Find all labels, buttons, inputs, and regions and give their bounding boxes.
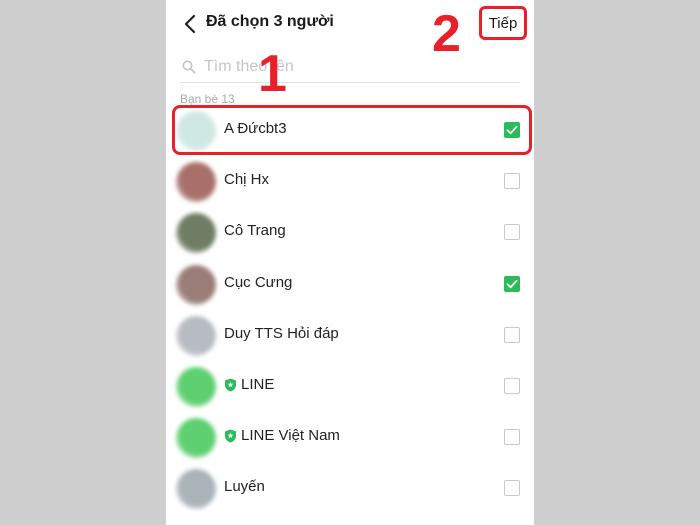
- avatar: [176, 162, 216, 203]
- avatar: [176, 213, 216, 254]
- checkbox[interactable]: [504, 224, 520, 241]
- avatar: [176, 469, 216, 510]
- contact-name: Cục Cưng: [224, 273, 293, 291]
- phone-screen: Đã chọn 3 người Tiếp Bạn bè 13 A Đứcbt3 C…: [166, 0, 534, 525]
- checkbox[interactable]: [504, 326, 520, 343]
- checkbox[interactable]: [504, 480, 520, 497]
- contact-row[interactable]: Cô Trang: [166, 207, 534, 258]
- checkbox[interactable]: [504, 429, 520, 446]
- avatar: [176, 264, 216, 305]
- header: Đã chọn 3 người Tiếp: [166, 0, 534, 48]
- contact-row[interactable]: LINE: [166, 361, 534, 412]
- checkmark-icon: [506, 279, 518, 288]
- contact-row[interactable]: Luyến: [166, 463, 534, 514]
- contact-name-wrapper: LINE: [224, 376, 274, 393]
- checkbox[interactable]: [504, 378, 520, 394]
- search-bar: [180, 52, 520, 83]
- contact-name-wrapper: Cục Cưng: [224, 274, 292, 291]
- checkbox[interactable]: [504, 173, 520, 190]
- contact-name: Chị Hx: [224, 171, 270, 189]
- checkbox-checked[interactable]: [504, 122, 520, 138]
- contact-name-wrapper: LINE Việt Nam: [224, 427, 340, 444]
- contact-row[interactable]: A Đứcbt3: [166, 105, 534, 156]
- contact-row[interactable]: LINE Việt Nam: [166, 412, 534, 463]
- avatar: [176, 367, 216, 407]
- checkmark-icon: [506, 125, 518, 135]
- avatar: [176, 111, 216, 151]
- avatar: [176, 315, 216, 356]
- contact-name-wrapper: A Đứcbt3: [224, 120, 287, 137]
- contact-name: LINE Việt Nam: [241, 427, 340, 445]
- contact-name: A Đứcbt3: [224, 120, 287, 137]
- contact-name: Luyến: [224, 478, 265, 496]
- page-title: Đã chọn 3 người: [206, 13, 334, 30]
- contact-row[interactable]: Cục Cưng: [166, 259, 534, 310]
- contact-name-wrapper: Chị Hx: [224, 171, 269, 188]
- next-button[interactable]: Tiếp: [479, 6, 527, 40]
- contact-name-wrapper: Cô Trang: [224, 222, 286, 239]
- contact-name-wrapper: Duy TTS Hỏi đáp: [224, 325, 339, 342]
- contact-name-wrapper: Luyến: [224, 478, 265, 495]
- contact-row[interactable]: Duy TTS Hỏi đáp: [166, 310, 534, 361]
- avatar: [176, 418, 216, 459]
- contact-name: Duy TTS Hỏi đáp: [224, 324, 339, 342]
- contact-name: Cô Trang: [224, 222, 286, 240]
- contact-row[interactable]: Chị Hx: [166, 156, 534, 207]
- official-shield-icon: [225, 429, 236, 443]
- section-header-friends: Bạn bè 13: [180, 92, 235, 106]
- annotation-step-1: 1: [258, 45, 287, 103]
- back-arrow-icon[interactable]: [180, 12, 202, 36]
- checkbox-checked[interactable]: [504, 275, 520, 292]
- contact-name: LINE: [241, 376, 275, 393]
- search-icon: [182, 60, 196, 74]
- official-shield-icon: [225, 378, 236, 391]
- annotation-step-2: 2: [432, 5, 461, 63]
